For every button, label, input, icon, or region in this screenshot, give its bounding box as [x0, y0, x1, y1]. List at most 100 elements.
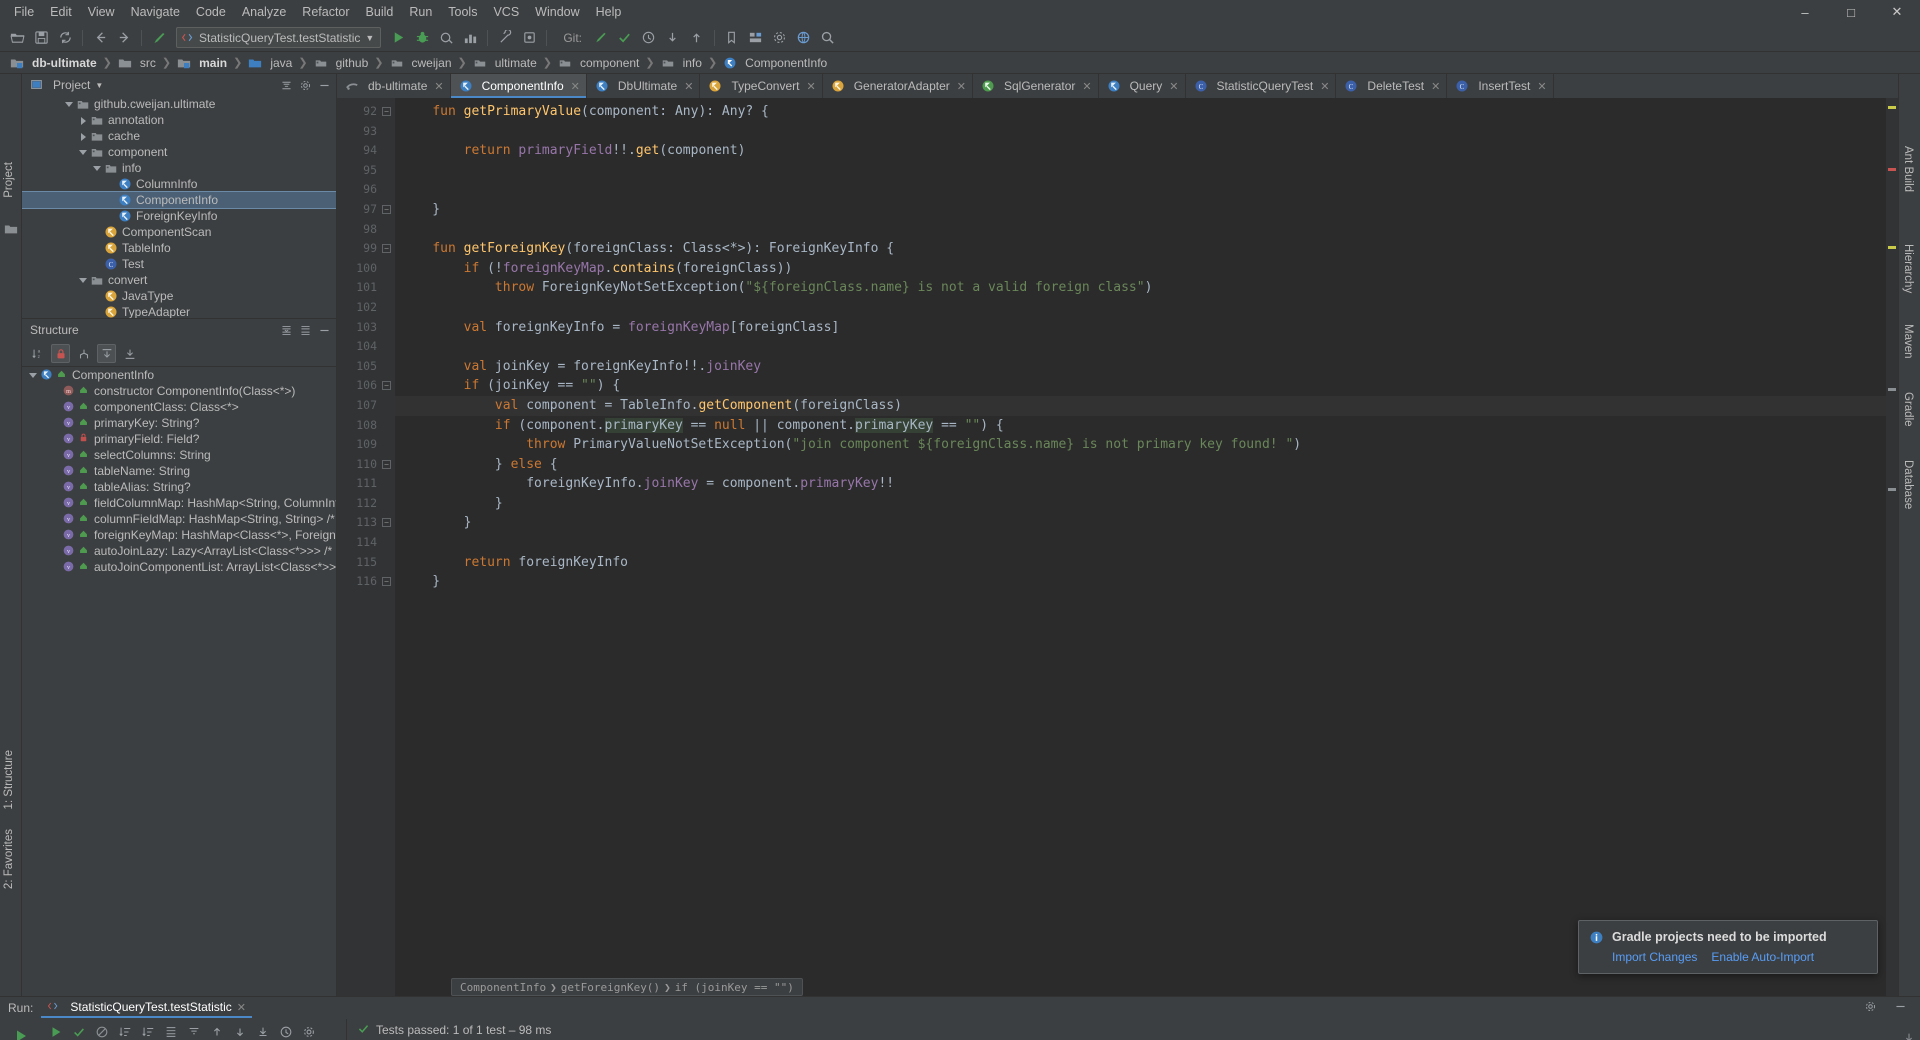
close-button[interactable]: ✕: [1874, 0, 1920, 24]
structure-row[interactable]: v primaryKey: String?: [22, 415, 336, 431]
save-icon[interactable]: [30, 27, 52, 49]
code-line[interactable]: throw PrimaryValueNotSetException("join …: [395, 435, 1886, 455]
code-line[interactable]: } else {: [395, 455, 1886, 475]
close-icon[interactable]: ✕: [237, 1001, 246, 1014]
chevron-down-icon[interactable]: [64, 99, 75, 110]
structure-tree[interactable]: ComponentInfo m constructor ComponentInfo(…: [22, 367, 336, 996]
close-icon[interactable]: ✕: [434, 80, 443, 93]
gutter-line-number[interactable]: 108: [337, 416, 395, 436]
close-icon[interactable]: ✕: [571, 80, 580, 93]
export-icon[interactable]: [253, 1022, 273, 1040]
editor-gutter[interactable]: 92−93 94 95 96 97−98 99−100 101 102 103 104 105 106…: [337, 98, 395, 996]
code-line[interactable]: [395, 180, 1886, 200]
project-tree[interactable]: github.cweijan.ultimate annotation cache co…: [22, 96, 336, 318]
project-tab-icon[interactable]: [4, 222, 18, 236]
gutter-line-number[interactable]: 105: [337, 357, 395, 377]
rerun-icon[interactable]: [46, 1022, 66, 1040]
project-tree-row[interactable]: info: [22, 160, 336, 176]
code-line[interactable]: [395, 533, 1886, 553]
menu-build[interactable]: Build: [358, 2, 402, 22]
close-icon[interactable]: ✕: [1169, 80, 1178, 93]
sdk-icon[interactable]: [793, 27, 815, 49]
project-tree-row[interactable]: TypeAdapter: [22, 304, 336, 318]
show-inherited-icon[interactable]: [74, 344, 93, 363]
editor-tab[interactable]: Query ✕: [1099, 74, 1186, 98]
menu-navigate[interactable]: Navigate: [123, 2, 188, 22]
project-tree-row[interactable]: ComponentInfo: [22, 191, 336, 209]
close-icon[interactable]: ✕: [807, 80, 816, 93]
code-line[interactable]: if (joinKey == "") {: [395, 376, 1886, 396]
gutter-line-number[interactable]: 96: [337, 180, 395, 200]
code-line[interactable]: }: [395, 494, 1886, 514]
history-icon[interactable]: [276, 1022, 296, 1040]
gutter-line-number[interactable]: 113−: [337, 513, 395, 533]
sidebar-tab-ant-build[interactable]: Ant Build: [1902, 146, 1914, 192]
menu-help[interactable]: Help: [588, 2, 630, 22]
menu-edit[interactable]: Edit: [42, 2, 80, 22]
gutter-line-number[interactable]: 99−: [337, 239, 395, 259]
ignore-icon[interactable]: [92, 1022, 112, 1040]
code-editor[interactable]: ComponentInfo ❯ getForeignKey() ❯ if (jo…: [395, 98, 1886, 996]
gutter-line-number[interactable]: 116−: [337, 572, 395, 592]
forward-arrow-icon[interactable]: [113, 27, 135, 49]
coverage-icon[interactable]: [435, 27, 457, 49]
warning-marker[interactable]: [1888, 106, 1896, 109]
gutter-line-number[interactable]: 107: [337, 396, 395, 416]
gutter-line-number[interactable]: 115: [337, 553, 395, 573]
gear-icon[interactable]: [299, 1022, 319, 1040]
run-configuration-selector[interactable]: StatisticQueryTest.testStatistic ▼: [176, 27, 382, 48]
code-fold-icon[interactable]: −: [382, 577, 391, 587]
editor-tab[interactable]: C InsertTest ✕: [1447, 74, 1554, 98]
build-icon[interactable]: [494, 27, 516, 49]
chevron-down-icon[interactable]: [78, 275, 89, 286]
sidebar-tab-database[interactable]: Database: [1902, 460, 1914, 509]
editor-tab[interactable]: C StatisticQueryTest ✕: [1186, 74, 1337, 98]
sidebar-tab-maven[interactable]: Maven: [1902, 324, 1914, 359]
structure-row[interactable]: v primaryField: Field?: [22, 431, 336, 447]
open-folder-icon[interactable]: [6, 27, 28, 49]
code-line[interactable]: throw ForeignKeyNotSetException("${forei…: [395, 278, 1886, 298]
collapse-all-icon[interactable]: [278, 77, 294, 93]
expand-all-icon[interactable]: [97, 344, 116, 363]
code-line[interactable]: return primaryField!!.get(component): [395, 141, 1886, 161]
close-icon[interactable]: ✕: [684, 80, 693, 93]
chevron-down-icon[interactable]: [92, 163, 103, 174]
structure-row[interactable]: v autoJoinLazy: Lazy<ArrayList<Class<*>>>…: [22, 543, 336, 559]
hide-icon[interactable]: [1894, 1000, 1910, 1016]
editor-tab[interactable]: DbUltimate ✕: [587, 74, 701, 98]
gutter-line-number[interactable]: 109: [337, 435, 395, 455]
breadcrumb-github[interactable]: github: [310, 55, 373, 71]
gutter-line-number[interactable]: 102: [337, 298, 395, 318]
sort-by-duration-icon[interactable]: [115, 1022, 135, 1040]
code-line[interactable]: [395, 122, 1886, 142]
code-line[interactable]: if (component.primaryKey == null || comp…: [395, 416, 1886, 436]
code-line[interactable]: }: [395, 200, 1886, 220]
breadcrumb-java[interactable]: java: [244, 55, 296, 71]
code-line[interactable]: [395, 337, 1886, 357]
breadcrumb-info[interactable]: info: [657, 55, 706, 71]
gutter-line-number[interactable]: 92−: [337, 102, 395, 122]
sidebar-tab-project[interactable]: Project: [3, 162, 15, 198]
search-everywhere-icon[interactable]: [817, 27, 839, 49]
close-icon[interactable]: ✕: [1082, 80, 1091, 93]
editor-tab[interactable]: ComponentInfo ✕: [450, 74, 587, 98]
editor-tab[interactable]: SqlGenerator ✕: [973, 74, 1099, 98]
gutter-line-number[interactable]: 111: [337, 474, 395, 494]
error-marker[interactable]: [1888, 168, 1896, 171]
project-tree-row[interactable]: convert: [22, 272, 336, 288]
gutter-line-number[interactable]: 101: [337, 278, 395, 298]
structure-row[interactable]: v autoJoinComponentList: ArrayList<Class<…: [22, 559, 336, 575]
breadcrumb-src[interactable]: src: [114, 55, 160, 71]
code-fold-icon[interactable]: −: [382, 244, 391, 254]
structure-row[interactable]: v columnFieldMap: HashMap<String, String>…: [22, 511, 336, 527]
project-panel-title-group[interactable]: Project ▼: [30, 78, 103, 92]
gutter-line-number[interactable]: 104: [337, 337, 395, 357]
menu-file[interactable]: File: [6, 2, 42, 22]
sort-alphabetically-icon[interactable]: az: [28, 344, 47, 363]
project-tree-row[interactable]: github.cweijan.ultimate: [22, 96, 336, 112]
project-tree-row[interactable]: ColumnInfo: [22, 176, 336, 192]
chevron-down-icon[interactable]: [78, 147, 89, 158]
change-marker[interactable]: [1888, 488, 1896, 491]
menu-vcs[interactable]: VCS: [485, 2, 527, 22]
sidebar-tab-hierarchy[interactable]: Hierarchy: [1902, 244, 1914, 293]
